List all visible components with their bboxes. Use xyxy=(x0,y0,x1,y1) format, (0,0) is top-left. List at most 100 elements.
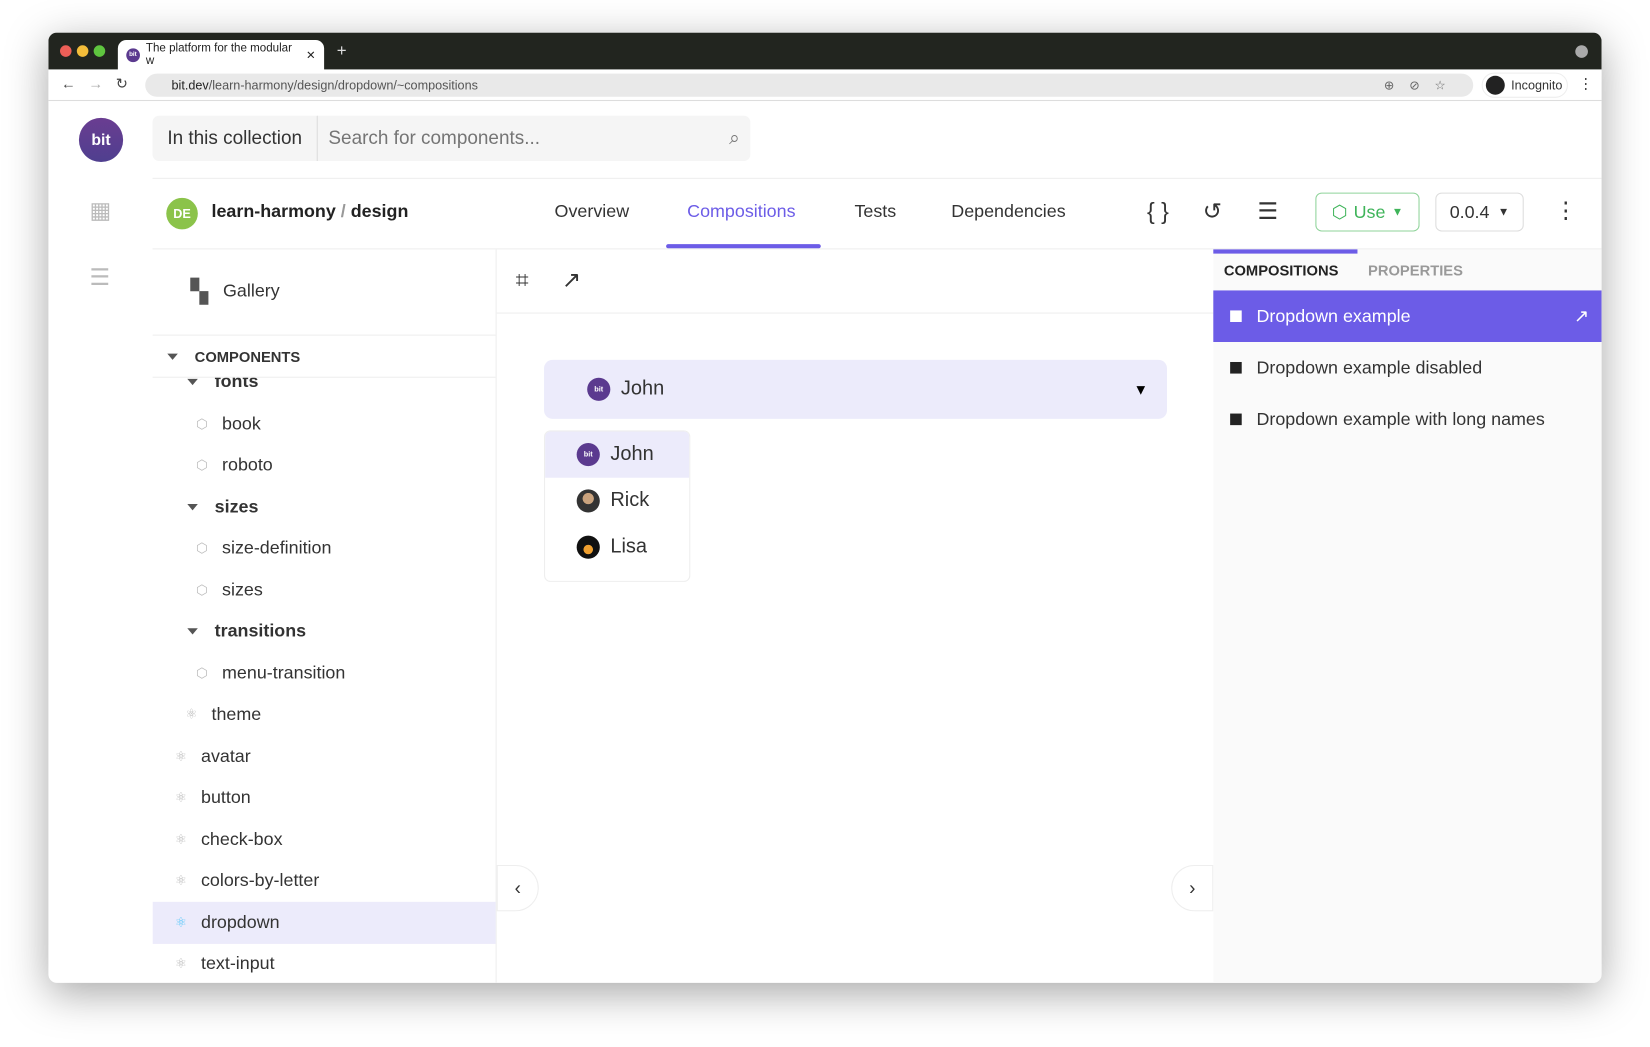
item-label: size-definition xyxy=(222,537,332,558)
gallery-label: Gallery xyxy=(223,280,280,301)
caret-down-icon xyxy=(167,353,178,360)
sidebar-item-theme[interactable]: ⚛ theme xyxy=(153,693,496,735)
dropdown-value: John xyxy=(620,377,665,400)
composition-label: Dropdown example xyxy=(1256,305,1411,326)
breadcrumb: learn-harmony / design xyxy=(212,201,409,222)
forward-icon[interactable]: → xyxy=(88,75,103,92)
tab-dependencies[interactable]: Dependencies xyxy=(951,201,1065,222)
url-field[interactable]: bit.dev/learn-harmony/design/dropdown/~c… xyxy=(145,73,1474,97)
item-label: book xyxy=(222,413,261,434)
sidebar-item-colors-by-letter[interactable]: ⚛ colors-by-letter xyxy=(153,860,496,902)
caret-down-icon: ▼ xyxy=(1391,205,1404,219)
tab-tests[interactable]: Tests xyxy=(854,201,896,222)
sidebar-item-sizes[interactable]: sizes xyxy=(153,486,496,528)
close-tab-icon[interactable]: ✕ xyxy=(306,48,316,62)
react-icon: ⚛ xyxy=(185,706,198,722)
open-external-icon[interactable]: ↗ xyxy=(562,266,581,293)
item-label: sizes xyxy=(222,579,263,600)
version-label: 0.0.4 xyxy=(1449,201,1490,222)
collection-icon[interactable]: ☰ xyxy=(89,264,110,291)
use-button[interactable]: ⬡ Use ▼ xyxy=(1315,192,1420,232)
crop-icon[interactable]: ⌗ xyxy=(516,266,529,293)
sidebar-item-transitions[interactable]: transitions xyxy=(153,610,496,652)
bit-logo[interactable]: bit xyxy=(78,117,124,163)
react-icon: ⚛ xyxy=(174,913,188,930)
sidebar-item-sizes[interactable]: ⬡ sizes xyxy=(153,569,496,611)
tab-overview[interactable]: Overview xyxy=(555,201,630,222)
search-input[interactable] xyxy=(317,127,730,150)
composition-item[interactable]: Dropdown example disabled xyxy=(1213,342,1601,394)
sidebar-item-roboto[interactable]: ⬡ roboto xyxy=(153,444,496,486)
components-section-header[interactable]: COMPONENTS xyxy=(153,336,496,378)
panel-tab-properties[interactable]: PROPERTIES xyxy=(1368,262,1463,279)
code-icon[interactable]: { } xyxy=(1147,198,1169,225)
maximize-window-button[interactable] xyxy=(93,45,106,57)
new-tab-button[interactable]: + xyxy=(337,42,347,61)
breadcrumb-scope[interactable]: learn-harmony xyxy=(212,201,336,221)
search-icon[interactable]: ⌕ xyxy=(729,127,740,149)
dropdown-option-rick[interactable]: Rick xyxy=(545,478,689,524)
sidebar-item-text-input[interactable]: ⚛ text-input xyxy=(153,943,496,983)
dropdown-option-lisa[interactable]: Lisa xyxy=(545,524,689,570)
divider xyxy=(152,177,1602,179)
js-module-icon: ⬡ xyxy=(196,415,209,431)
package-icon: ⬡ xyxy=(1331,201,1348,222)
option-label: Lisa xyxy=(610,535,648,558)
sidebar-item-size-definition[interactable]: ⬡ size-definition xyxy=(153,527,496,569)
sidebar-item-gallery[interactable]: ▚ Gallery xyxy=(153,270,496,312)
option-label: John xyxy=(610,443,654,466)
sidebar-item-menu-transition[interactable]: ⬡ menu-transition xyxy=(153,652,496,694)
js-module-icon: ⬡ xyxy=(196,539,209,556)
caret-down-icon xyxy=(187,378,198,386)
composition-item[interactable]: Dropdown example with long names xyxy=(1213,394,1601,446)
react-icon: ⚛ xyxy=(174,747,188,764)
item-label: colors-by-letter xyxy=(200,870,320,891)
history-icon[interactable]: ↺ xyxy=(1203,198,1222,225)
browser-tab[interactable]: bit The platform for the modular w ✕ xyxy=(117,39,325,70)
search-bar: In this collection ⌕ xyxy=(152,115,751,162)
sidebar-item-dropdown[interactable]: ⚛ dropdown xyxy=(152,901,496,944)
reload-icon[interactable]: ↻ xyxy=(116,75,128,93)
avatar: bit xyxy=(587,377,611,401)
back-icon[interactable]: ← xyxy=(61,75,76,92)
item-label: check-box xyxy=(200,828,283,849)
tab-compositions[interactable]: Compositions xyxy=(687,201,795,222)
version-select[interactable]: 0.0.4 ▼ xyxy=(1435,192,1524,232)
settings-sliders-icon[interactable]: ☰ xyxy=(1257,198,1278,225)
caret-down-icon xyxy=(187,503,198,510)
next-button[interactable]: › xyxy=(1171,864,1214,912)
avatar xyxy=(576,535,600,559)
minimize-window-button[interactable] xyxy=(76,45,89,57)
sidebar: ▚ Gallery COMPONENTS fonts ⬡ book ⬡ roboto siz… xyxy=(152,249,497,983)
js-module-icon: ⬡ xyxy=(196,456,209,473)
open-external-icon[interactable]: ↗ xyxy=(1574,306,1589,327)
zoom-privacy-star-icons[interactable]: ⊕⊘☆ xyxy=(1384,78,1461,93)
close-window-button[interactable] xyxy=(59,45,72,57)
sidebar-item-avatar[interactable]: ⚛ avatar xyxy=(153,735,496,777)
more-options-icon[interactable]: ⋮ xyxy=(1554,197,1577,224)
breadcrumb-collection[interactable]: design xyxy=(351,201,409,221)
caret-down-icon xyxy=(187,628,198,635)
sidebar-item-book[interactable]: ⬡ book xyxy=(153,403,496,445)
prev-button[interactable]: ‹ xyxy=(496,864,539,912)
panel-tab-compositions[interactable]: COMPOSITIONS xyxy=(1224,262,1339,279)
sidebar-item-check-box[interactable]: ⚛ check-box xyxy=(153,818,496,860)
item-label: text-input xyxy=(200,953,275,974)
tab-search-icon[interactable] xyxy=(1575,45,1588,58)
sidebar-item-fonts[interactable]: fonts xyxy=(153,378,496,403)
sidebar-item-button[interactable]: ⚛ button xyxy=(153,777,496,819)
dropdown-trigger[interactable]: bit John ▼ xyxy=(544,359,1168,419)
component-tree: fonts ⬡ book ⬡ roboto sizes ⬡ size-definition ⬡ s… xyxy=(152,378,496,983)
search-scope[interactable]: In this collection xyxy=(153,115,318,162)
composition-item[interactable]: Dropdown example ↗ xyxy=(1213,290,1602,342)
dropdown-option-john[interactable]: bit John xyxy=(545,431,690,478)
avatar xyxy=(576,489,600,513)
browser-menu-icon[interactable]: ⋮ xyxy=(1578,75,1593,93)
grid-icon[interactable]: ▦ xyxy=(89,197,111,224)
square-icon xyxy=(1230,310,1242,323)
item-label: sizes xyxy=(214,496,259,517)
dropdown-menu: bit John Rick Lisa xyxy=(544,430,691,582)
url-path: /learn-harmony/design/dropdown/~composit… xyxy=(208,77,478,93)
owner-avatar: DE xyxy=(166,197,198,230)
incognito-badge[interactable]: Incognito xyxy=(1481,72,1568,98)
